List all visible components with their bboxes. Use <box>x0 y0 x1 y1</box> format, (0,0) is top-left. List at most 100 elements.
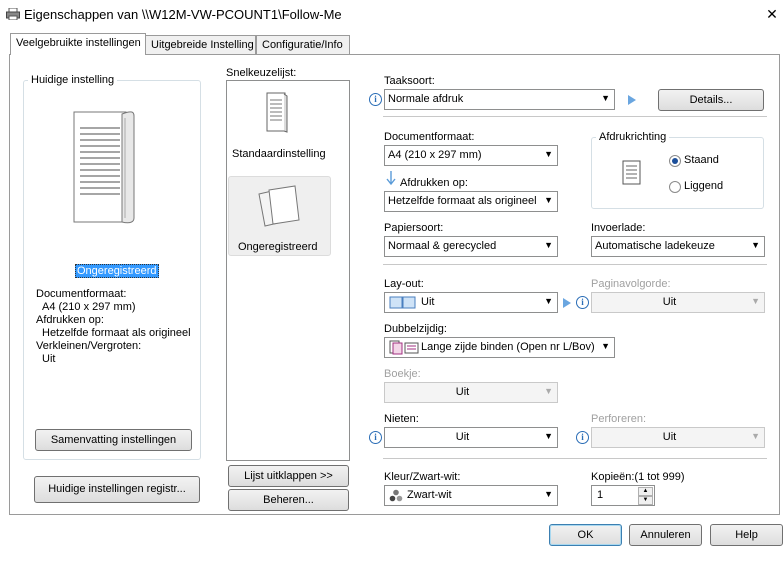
chevron-down-icon: ▼ <box>544 149 553 159</box>
portrait-option-label: Staand <box>684 154 719 166</box>
orientation-group <box>591 137 764 209</box>
punch-select[interactable]: Uit ▼ <box>591 427 765 448</box>
current-settings-label: Huidige instelling <box>28 74 118 86</box>
separator <box>383 264 767 265</box>
chevron-down-icon: ▼ <box>544 296 553 306</box>
page-order-info-icon[interactable]: i <box>576 296 589 309</box>
landscape-radio[interactable] <box>669 181 681 193</box>
staple-value: Uit <box>455 431 470 443</box>
play-arrow-icon <box>628 95 636 105</box>
help-button[interactable]: Help <box>710 524 783 546</box>
paper-type-value: Normaal & gerecycled <box>388 240 497 252</box>
booklet-value: Uit <box>455 386 470 398</box>
settings-summary-button[interactable]: Samenvatting instellingen <box>35 429 192 451</box>
duplex-label: Dubbelzijdig: <box>384 323 447 335</box>
duplex-select[interactable]: Lange zijde binden (Open nr L/Bov) ▼ <box>384 337 615 358</box>
layout-label: Lay-out: <box>384 278 424 290</box>
paper-type-select[interactable]: Normaal & gerecycled ▼ <box>384 236 558 257</box>
title-bar: Eigenschappen van \\W12M-VW-PCOUNT1\Foll… <box>0 0 784 30</box>
job-type-select[interactable]: Normale afdruk ▼ <box>384 89 615 110</box>
chevron-down-icon: ▼ <box>751 296 760 306</box>
bw-toner-icon <box>389 489 403 502</box>
separator <box>383 116 767 117</box>
print-on-select[interactable]: Hetzelfde formaat als origineel ▼ <box>384 191 558 212</box>
page-order-select[interactable]: Uit ▼ <box>591 292 765 313</box>
quick-item-standard[interactable]: Standaardinstelling <box>232 148 326 160</box>
summary-line: Documentformaat: <box>36 288 127 300</box>
color-mode-select[interactable]: Zwart-wit ▼ <box>384 485 558 506</box>
separator <box>383 458 767 459</box>
portrait-page-icon <box>622 160 641 185</box>
quick-item-unregistered-label: Ongeregistreerd <box>238 241 318 253</box>
chevron-down-icon: ▼ <box>601 341 610 351</box>
summary-line: Afdrukken op: <box>36 314 104 326</box>
chevron-down-icon: ▼ <box>544 386 553 396</box>
portrait-radio[interactable] <box>669 155 681 167</box>
manage-button[interactable]: Beheren... <box>228 489 349 511</box>
document-size-value: A4 (210 x 297 mm) <box>388 149 482 161</box>
layout-select[interactable]: Uit ▼ <box>384 292 558 313</box>
punch-label: Perforeren: <box>591 413 647 425</box>
chevron-down-icon: ▼ <box>601 93 610 103</box>
print-on-label: Afdrukken op: <box>400 177 468 189</box>
printer-icon <box>6 8 20 20</box>
close-button[interactable]: ✕ <box>764 6 780 22</box>
page-order-label: Paginavolgorde: <box>591 278 671 290</box>
chevron-down-icon: ▼ <box>751 431 760 441</box>
job-type-value: Normale afdruk <box>388 93 464 105</box>
document-size-label: Documentformaat: <box>384 131 475 143</box>
expand-list-button[interactable]: Lijst uitklappen >> <box>228 465 349 487</box>
standard-setting-icon <box>266 92 288 133</box>
booklet-select[interactable]: Uit ▼ <box>384 382 558 403</box>
details-button[interactable]: Details... <box>658 89 764 111</box>
job-type-info-icon[interactable]: i <box>369 93 382 106</box>
landscape-option-label: Liggend <box>684 180 724 192</box>
duplex-value: Lange zijde binden (Open nr L/Bov) <box>421 341 595 353</box>
current-profile-name: Ongeregistreerd <box>75 264 159 278</box>
quick-list-label: Snelkeuzelijst: <box>226 67 297 79</box>
tab-configuration-info[interactable]: Configuratie/Info <box>256 35 350 54</box>
color-mode-label: Kleur/Zwart-wit: <box>384 471 461 483</box>
punch-info-icon[interactable]: i <box>576 431 589 444</box>
chevron-down-icon: ▼ <box>544 431 553 441</box>
orientation-label: Afdrukrichting <box>596 131 670 143</box>
tab-common-settings[interactable]: Veelgebruikte instellingen <box>10 33 146 55</box>
copies-input[interactable]: 1 <box>597 489 603 501</box>
copies-spinner: 1 ▲ ▼ <box>591 485 655 506</box>
job-type-label: Taaksoort: <box>384 75 435 87</box>
tray-select[interactable]: Automatische ladekeuze ▼ <box>591 236 765 257</box>
spin-down-icon[interactable]: ▼ <box>638 496 653 505</box>
summary-line: Uit <box>42 353 56 365</box>
layout-value: Uit <box>421 296 435 308</box>
chevron-down-icon: ▼ <box>544 489 553 499</box>
punch-value: Uit <box>662 431 677 443</box>
chevron-down-icon: ▼ <box>544 240 553 250</box>
document-size-select[interactable]: A4 (210 x 297 mm) ▼ <box>384 145 558 166</box>
arrow-down-icon <box>386 171 396 186</box>
paper-type-label: Papiersoort: <box>384 222 444 234</box>
document-preview-icon <box>73 111 135 224</box>
booklet-label: Boekje: <box>384 368 421 380</box>
layout-pages-icon <box>389 296 416 309</box>
ok-button[interactable]: OK <box>549 524 622 546</box>
tab-advanced-settings[interactable]: Uitgebreide Instelling <box>145 35 256 54</box>
color-mode-value: Zwart-wit <box>407 489 452 501</box>
summary-line: Hetzelfde formaat als origineel <box>42 327 191 339</box>
register-current-settings-button[interactable]: Huidige instellingen registr... <box>34 476 200 503</box>
tray-value: Automatische ladekeuze <box>595 240 715 252</box>
cancel-button[interactable]: Annuleren <box>629 524 702 546</box>
staple-label: Nieten: <box>384 413 419 425</box>
tray-label: Invoerlade: <box>591 222 646 234</box>
duplex-icon <box>389 340 419 355</box>
chevron-down-icon: ▼ <box>751 240 760 250</box>
page-order-value: Uit <box>662 296 677 308</box>
quick-list[interactable] <box>226 80 350 461</box>
print-on-value: Hetzelfde formaat als origineel <box>388 195 537 207</box>
spin-up-icon[interactable]: ▲ <box>638 487 653 496</box>
staple-info-icon[interactable]: i <box>369 431 382 444</box>
current-settings-summary: Documentformaat: A4 (210 x 297 mm) Afdru… <box>36 288 191 366</box>
staple-select[interactable]: Uit ▼ <box>384 427 558 448</box>
summary-line: A4 (210 x 297 mm) <box>42 301 136 313</box>
copies-label: Kopieën:(1 tot 999) <box>591 471 685 483</box>
summary-line: Verkleinen/Vergroten: <box>36 340 142 352</box>
